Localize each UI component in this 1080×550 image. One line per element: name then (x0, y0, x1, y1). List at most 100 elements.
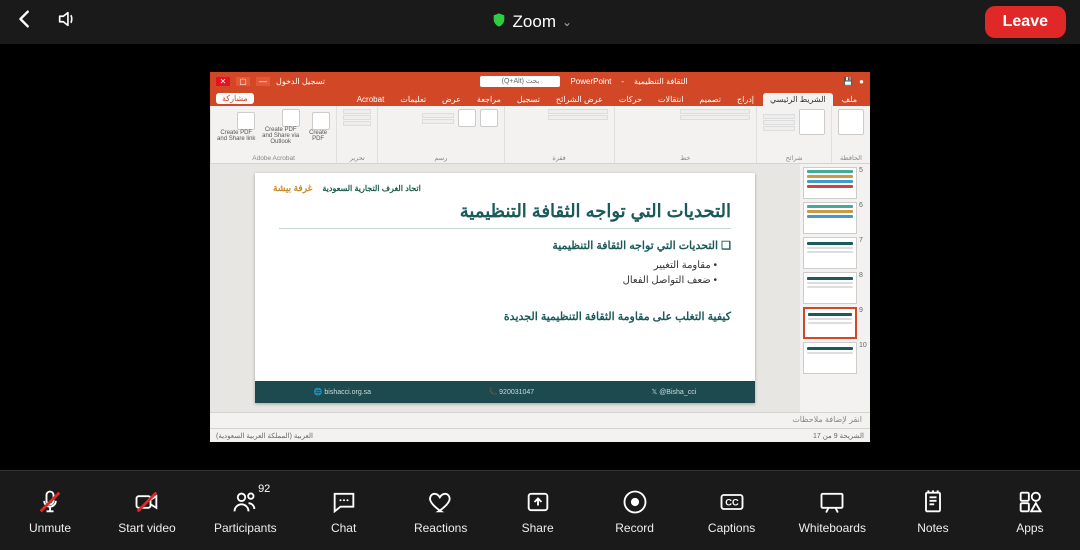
back-button[interactable] (14, 8, 36, 37)
meeting-title-dropdown[interactable]: Zoom ⌄ (491, 12, 573, 32)
zoom-top-bar: Zoom ⌄ Leave (0, 0, 1080, 44)
start-video-button[interactable]: Start video (117, 487, 177, 535)
unmute-button[interactable]: Unmute (20, 487, 80, 535)
top-left-controls (14, 8, 78, 37)
tab-home[interactable]: الشريط الرئيسي (763, 93, 833, 106)
slide-thumb[interactable] (803, 342, 857, 374)
slide-thumb-selected[interactable] (803, 307, 857, 339)
pp-title-bar: ● 💾 الثقافة التنظيمية - PowerPoint بحث (… (210, 72, 870, 90)
status-slide-number: الشريحة 9 من 17 (813, 432, 864, 440)
adobe-create-pdf-icon[interactable] (312, 112, 330, 130)
video-slash-icon (132, 487, 162, 517)
ribbon-group-editing: تحرير (336, 106, 377, 163)
tab-help[interactable]: تعليمات (393, 93, 433, 106)
record-icon (620, 487, 650, 517)
slide-logos: غرفة بيشة اتحاد الغرف التجارية السعودية (273, 183, 421, 194)
slide-bullet: مقاومة التغيير (279, 260, 717, 271)
slide-bullet: ضعف التواصل الفعال (279, 275, 717, 286)
window-maximize-icon[interactable]: ▢ (236, 77, 250, 86)
paste-icon[interactable] (838, 109, 864, 135)
current-slide[interactable]: غرفة بيشة اتحاد الغرف التجارية السعودية … (255, 173, 755, 403)
ribbon-group-adobe: Create PDF Create PDF and Share via Outl… (210, 106, 336, 163)
chat-icon (329, 487, 359, 517)
heart-icon (426, 487, 456, 517)
captions-icon: CC (717, 487, 747, 517)
captions-button[interactable]: CC Captions (702, 487, 762, 535)
ribbon-group-font: خط (614, 106, 756, 163)
whiteboard-icon (817, 487, 847, 517)
slide-thumb[interactable] (803, 202, 857, 234)
share-button[interactable]: Share (508, 487, 568, 535)
shared-screen-viewport: ● 💾 الثقافة التنظيمية - PowerPoint بحث (… (0, 44, 1080, 470)
tab-insert[interactable]: إدراج (730, 93, 761, 106)
status-language: العربية (المملكة العربية السعودية) (216, 432, 313, 440)
footer-phone: 📞 920031047 (488, 388, 534, 396)
footer-website: 🌐 bishacci.org.sa (314, 388, 371, 396)
tab-record[interactable]: تسجيل (510, 93, 547, 106)
whiteboards-button[interactable]: Whiteboards (799, 487, 866, 535)
tab-file[interactable]: ملف (835, 93, 864, 106)
pp-autosave-toggle[interactable]: ● (859, 77, 864, 86)
window-minimize-icon[interactable]: — (256, 77, 270, 86)
pp-doc-name: الثقافة التنظيمية (634, 77, 688, 86)
slide-footer: 🌐 bishacci.org.sa 📞 920031047 𝕏 @Bisha_c… (255, 381, 755, 403)
slide-thumb[interactable] (803, 167, 857, 199)
window-close-icon[interactable]: ✕ (216, 77, 230, 86)
slide-stage: غرفة بيشة اتحاد الغرف التجارية السعودية … (210, 164, 800, 412)
reactions-button[interactable]: Reactions (411, 487, 471, 535)
ribbon-group-clipboard: الحافظة (831, 106, 870, 163)
tab-animations[interactable]: حركات (612, 93, 649, 106)
participants-icon: 92 (230, 487, 260, 517)
share-screen-icon (523, 487, 553, 517)
record-button[interactable]: Record (605, 487, 665, 535)
slide-subheading-2: كيفية التغلب على مقاومة الثقافة التنظيمي… (279, 310, 731, 323)
leave-button[interactable]: Leave (985, 6, 1066, 38)
chevron-down-icon: ⌄ (562, 15, 572, 29)
footer-handle: 𝕏 @Bisha_cci (652, 388, 697, 396)
pp-ribbon: الحافظة شرائح خط فقرة رسم تحرير (210, 106, 870, 164)
slide-bullet-list: مقاومة التغيير ضعف التواصل الفعال (279, 260, 717, 286)
ribbon-group-slides: شرائح (756, 106, 831, 163)
zoom-control-bar: Unmute Start video 92 Participants Chat … (0, 470, 1080, 550)
logo-saudi-chambers: اتحاد الغرف التجارية السعودية (322, 184, 420, 193)
pp-editor-body: 5 6 7 8 9 10 غرفة بيشة اتحاد الغرف التجا… (210, 164, 870, 412)
pp-status-bar: الشريحة 9 من 17 العربية (المملكة العربية… (210, 428, 870, 442)
microphone-slash-icon (35, 487, 65, 517)
adobe-share-outlook-icon[interactable] (282, 109, 300, 127)
pp-save-icon[interactable]: 💾 (843, 77, 853, 86)
participants-button[interactable]: 92 Participants (214, 487, 277, 535)
ribbon-group-paragraph: فقرة (504, 106, 614, 163)
tab-view[interactable]: عرض (435, 93, 468, 106)
shapes-icon[interactable] (480, 109, 498, 127)
tab-review[interactable]: مراجعة (470, 93, 508, 106)
arrange-icon[interactable] (458, 109, 476, 127)
notes-icon (918, 487, 948, 517)
pp-signin[interactable]: تسجيل الدخول (276, 77, 325, 86)
apps-button[interactable]: Apps (1000, 487, 1060, 535)
pp-search-box[interactable]: بحث (Q+Alt) (480, 76, 560, 87)
tab-acrobat[interactable]: Acrobat (350, 93, 392, 106)
chat-button[interactable]: Chat (314, 487, 374, 535)
encryption-shield-icon (491, 12, 507, 32)
notes-button[interactable]: Notes (903, 487, 963, 535)
pp-ribbon-tabs: ملف الشريط الرئيسي إدراج تصميم انتقالات … (210, 90, 870, 106)
speaker-icon[interactable] (56, 8, 78, 36)
pp-notes-pane[interactable]: انقر لإضافة ملاحظات (210, 412, 870, 428)
meeting-title: Zoom (513, 12, 556, 32)
powerpoint-window: ● 💾 الثقافة التنظيمية - PowerPoint بحث (… (210, 72, 870, 442)
ribbon-group-drawing: رسم (377, 106, 503, 163)
logo-bisha-chamber: غرفة بيشة (273, 183, 312, 194)
slide-thumb[interactable] (803, 272, 857, 304)
tab-slideshow[interactable]: عرض الشرائح (549, 93, 610, 106)
participants-count-badge: 92 (258, 483, 270, 495)
tab-design[interactable]: تصميم (692, 93, 728, 106)
tab-transitions[interactable]: انتقالات (651, 93, 690, 106)
slide-thumb[interactable] (803, 237, 857, 269)
pp-app-name: PowerPoint (570, 77, 611, 86)
svg-text:CC: CC (725, 497, 739, 507)
pp-share-button[interactable]: مشاركة (216, 93, 254, 104)
new-slide-icon[interactable] (799, 109, 825, 135)
adobe-share-link-icon[interactable] (237, 112, 255, 130)
slide-subheading: التحديات التي تواجه الثقافة التنظيمية (279, 239, 731, 252)
slide-thumbnails-pane[interactable]: 5 6 7 8 9 10 (800, 164, 870, 412)
